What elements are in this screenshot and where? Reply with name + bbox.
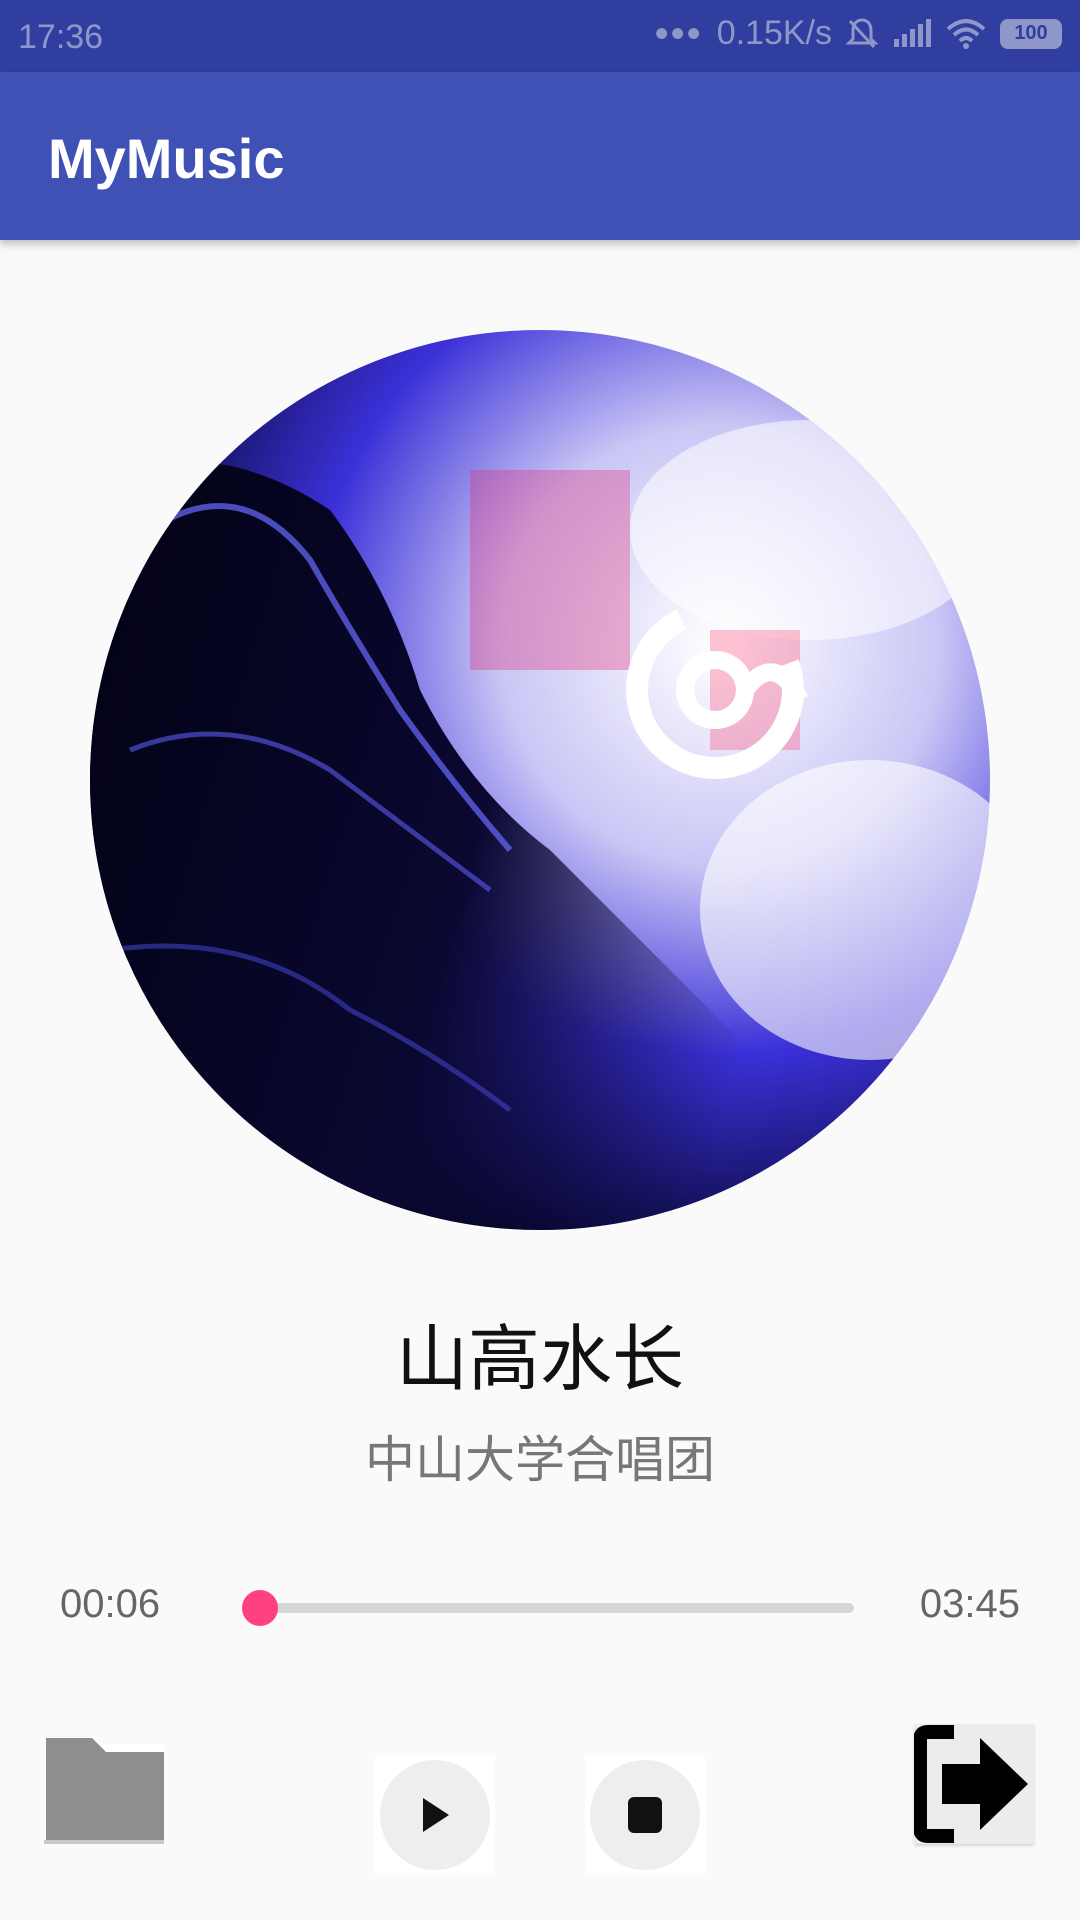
- open-folder-button[interactable]: [44, 1724, 164, 1844]
- seek-thumb[interactable]: [242, 1590, 279, 1626]
- more-notifications-icon: •••: [654, 11, 703, 56]
- seek-track: [244, 1603, 854, 1613]
- album-art: [90, 330, 990, 1230]
- album-art-image: [90, 330, 990, 1230]
- play-icon: [423, 1798, 449, 1832]
- song-artist: 中山大学合唱团: [365, 1431, 715, 1489]
- status-bar: 17:36 ••• 0.15K/s 100: [0, 0, 1080, 72]
- song-title: 山高水长: [395, 1317, 684, 1401]
- play-button[interactable]: [375, 1755, 495, 1875]
- current-time: 00:06: [60, 1582, 161, 1626]
- exit-icon: [913, 1725, 1028, 1843]
- signal-icon: [894, 18, 931, 47]
- network-speed: 0.15K/s: [716, 14, 832, 52]
- battery-icon: 100: [1000, 18, 1062, 49]
- seek-bar[interactable]: [228, 1582, 854, 1632]
- mute-bell-icon: [846, 17, 878, 48]
- stop-icon: [628, 1797, 662, 1833]
- exit-button[interactable]: [913, 1724, 1034, 1844]
- folder-icon: [44, 1738, 164, 1844]
- status-icons: ••• 0.15K/s 100: [654, 11, 1062, 56]
- total-time: 03:45: [919, 1582, 1020, 1626]
- battery-level: 100: [1014, 22, 1048, 44]
- app-bar: MyMusic: [0, 72, 1080, 240]
- status-time: 17:36: [18, 18, 104, 56]
- wifi-icon: [946, 18, 986, 49]
- app-title: MyMusic: [48, 127, 285, 190]
- stop-button[interactable]: [585, 1755, 705, 1875]
